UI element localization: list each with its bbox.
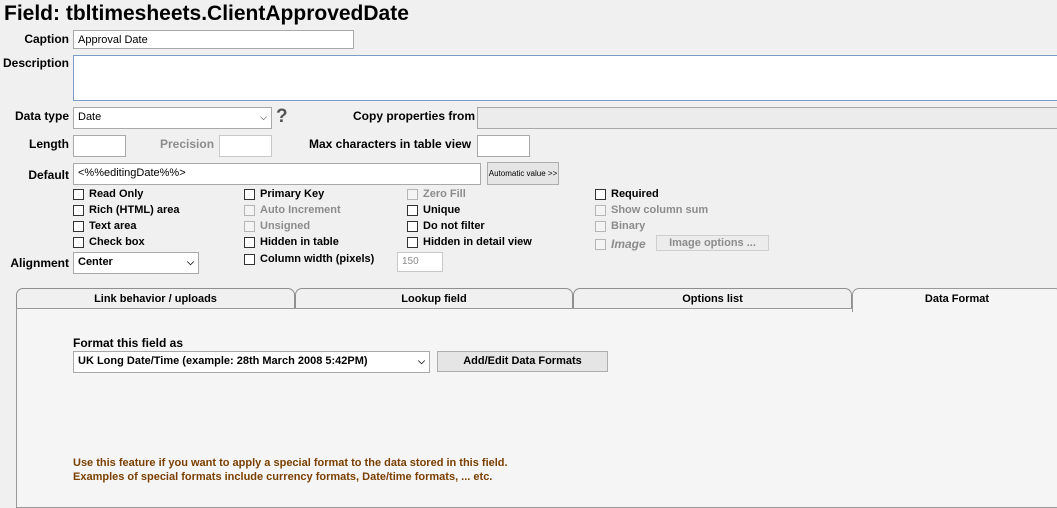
format-label: Format this field as (73, 336, 184, 350)
default-input[interactable]: <%%editingDate%%> (73, 163, 481, 185)
checkbox-box[interactable] (595, 188, 606, 200)
alignment-value: Center (78, 256, 113, 268)
auto-increment-checkbox: Auto Increment (244, 204, 341, 216)
hidden-in-table-label: Hidden in table (260, 236, 339, 248)
page-title: Field: tbltimesheets.ClientApprovedDate (4, 2, 409, 25)
checkbox-box[interactable] (407, 204, 418, 216)
zero-fill-label: Zero Fill (423, 188, 466, 200)
format-value: UK Long Date/Time (example: 28th March 2… (78, 355, 368, 367)
image-options-button: Image options ... (656, 235, 769, 251)
check-box-label: Check box (89, 236, 145, 248)
add-edit-data-formats-button[interactable]: Add/Edit Data Formats (437, 351, 608, 372)
unique-checkbox[interactable]: Unique (407, 204, 460, 216)
checkbox-box[interactable] (73, 188, 84, 200)
datatype-value: Date (78, 111, 102, 123)
primary-key-label: Primary Key (260, 188, 325, 200)
format-note-line2: Examples of special formats include curr… (73, 471, 493, 483)
primary-key-checkbox[interactable]: Primary Key (244, 188, 324, 200)
length-label: Length (29, 137, 69, 151)
caption-input[interactable]: Approval Date (73, 30, 354, 49)
datatype-label: Data type (14, 109, 69, 123)
checkbox-box[interactable] (407, 220, 418, 232)
show-column-sum-label: Show column sum (611, 204, 709, 216)
auto-increment-label: Auto Increment (260, 204, 341, 216)
checkbox-box[interactable] (73, 236, 84, 248)
tab-lookup-field[interactable]: Lookup field (295, 288, 573, 309)
unsigned-checkbox: Unsigned (244, 220, 310, 232)
hidden-in-table-checkbox[interactable]: Hidden in table (244, 236, 339, 248)
alignment-label: Alignment (10, 256, 69, 270)
checkbox-box (595, 220, 606, 232)
checkbox-box[interactable] (244, 253, 255, 265)
copy-properties-select[interactable] (477, 107, 1057, 129)
checkbox-box (407, 188, 418, 200)
show-column-sum-checkbox: Show column sum (595, 204, 708, 216)
checkbox-box[interactable] (73, 204, 84, 216)
checkbox-box[interactable] (244, 188, 255, 200)
do-not-filter-label: Do not filter (423, 220, 485, 232)
chevron-down-icon: ⌵ (187, 257, 194, 267)
checkbox-box[interactable] (73, 220, 84, 232)
hidden-in-detail-checkbox[interactable]: Hidden in detail view (407, 236, 532, 248)
column-width-input: 150 (397, 252, 443, 272)
column-width-label: Column width (pixels) (260, 253, 375, 265)
image-label: Image (611, 237, 646, 251)
description-textarea[interactable] (73, 55, 1057, 101)
checkbox-box[interactable] (407, 236, 418, 248)
image-checkbox: Image (595, 237, 646, 251)
checkbox-box (595, 238, 606, 250)
required-checkbox[interactable]: Required (595, 188, 659, 200)
help-icon[interactable]: ? (276, 106, 288, 128)
checkbox-box (244, 204, 255, 216)
zero-fill-checkbox: Zero Fill (407, 188, 466, 200)
length-input[interactable] (73, 135, 126, 157)
text-area-label: Text area (89, 220, 137, 232)
hidden-in-detail-label: Hidden in detail view (423, 236, 532, 248)
tab-options-list[interactable]: Options list (573, 288, 852, 309)
format-note-line1: Use this feature if you want to apply a … (73, 457, 508, 469)
precision-input (219, 135, 272, 157)
checkbox-box (595, 204, 606, 216)
copy-properties-label: Copy properties from (353, 109, 476, 123)
rich-html-checkbox[interactable]: Rich (HTML) area (73, 204, 179, 216)
check-box-checkbox[interactable]: Check box (73, 236, 145, 248)
datatype-select[interactable]: Date ⌵ (73, 107, 272, 129)
max-characters-label: Max characters in table view (309, 137, 472, 151)
read-only-checkbox[interactable]: Read Only (73, 188, 143, 200)
description-label: Description (2, 56, 69, 70)
binary-checkbox: Binary (595, 220, 645, 232)
alignment-select[interactable]: Center ⌵ (73, 252, 199, 274)
checkbox-box[interactable] (244, 236, 255, 248)
caption-label: Caption (24, 32, 69, 46)
column-width-checkbox[interactable]: Column width (pixels) (244, 253, 374, 265)
format-select[interactable]: UK Long Date/Time (example: 28th March 2… (73, 351, 430, 373)
checkbox-box (244, 220, 255, 232)
unique-label: Unique (423, 204, 461, 216)
chevron-down-icon: ⌵ (260, 112, 267, 122)
read-only-label: Read Only (89, 188, 144, 200)
chevron-down-icon: ⌵ (418, 356, 425, 366)
tab-link-behavior[interactable]: Link behavior / uploads (16, 288, 295, 309)
tab-data-format[interactable]: Data Format (852, 288, 1057, 312)
binary-label: Binary (611, 220, 646, 232)
do-not-filter-checkbox[interactable]: Do not filter (407, 220, 485, 232)
automatic-value-button[interactable]: Automatic value >> (487, 162, 559, 185)
precision-label: Precision (160, 137, 215, 151)
rich-html-label: Rich (HTML) area (89, 204, 180, 216)
unsigned-label: Unsigned (260, 220, 311, 232)
text-area-checkbox[interactable]: Text area (73, 220, 137, 232)
max-characters-input[interactable] (477, 135, 530, 157)
default-label: Default (28, 168, 69, 182)
required-label: Required (611, 188, 659, 200)
